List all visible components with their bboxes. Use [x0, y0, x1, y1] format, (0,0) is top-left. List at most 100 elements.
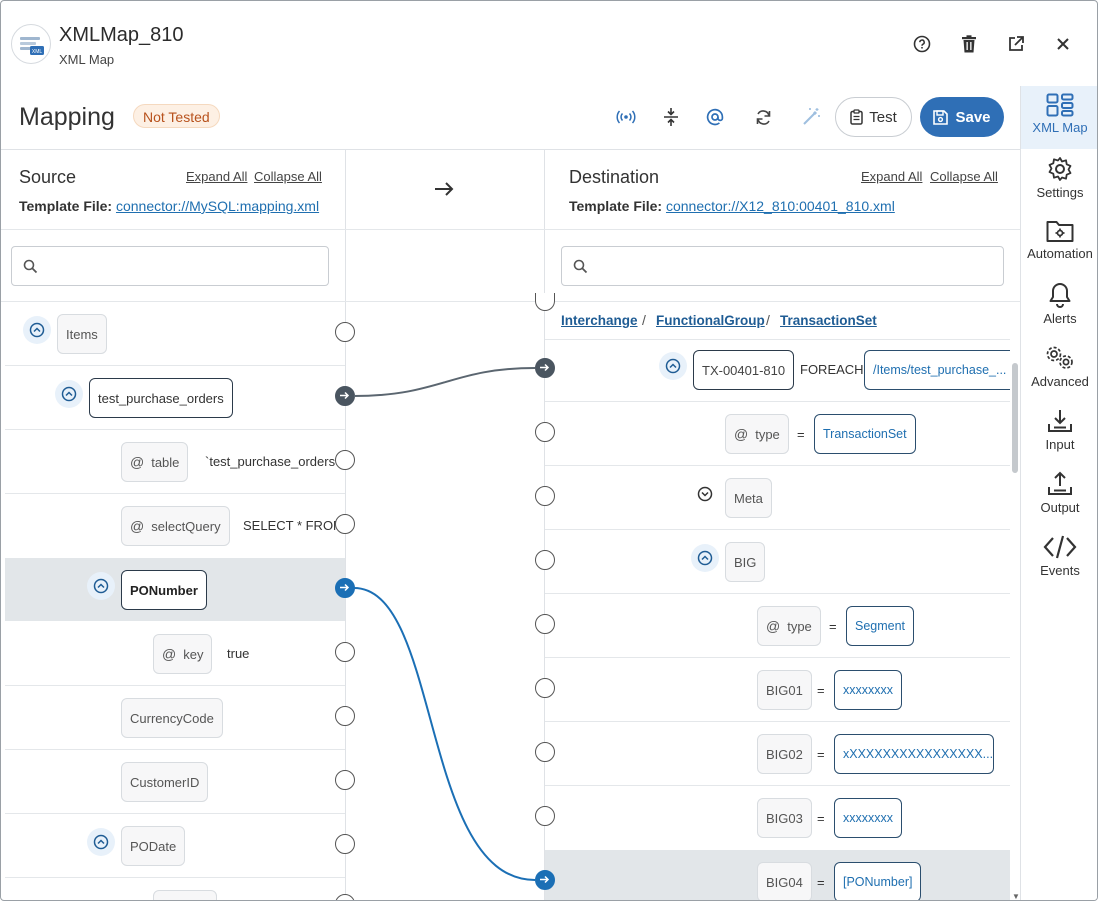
at-icon[interactable]: [703, 105, 727, 129]
destination-node-tx[interactable]: TX-00401-810: [693, 350, 795, 390]
rail-item-xml-map[interactable]: XML Map: [1021, 86, 1097, 149]
node-label: PODate: [130, 838, 177, 854]
collapse-toggle-icon[interactable]: [23, 316, 51, 344]
source-node-customer-id[interactable]: CustomerID: [121, 762, 209, 802]
collapse-toggle-icon[interactable]: [87, 828, 115, 856]
destination-collapse-all[interactable]: Collapse All: [930, 169, 998, 184]
destination-node-big[interactable]: BIG: [725, 542, 766, 582]
rail-item-automation[interactable]: Automation: [1021, 212, 1097, 275]
source-node-currency-code[interactable]: CurrencyCode: [121, 698, 223, 738]
destination-port[interactable]: [535, 742, 555, 762]
destination-scrollbar[interactable]: [1012, 363, 1018, 473]
source-node-test-purchase-orders[interactable]: test_purchase_orders: [89, 378, 233, 418]
source-template-link[interactable]: connector://MySQL:mapping.xml: [116, 198, 319, 214]
destination-attr-big-type[interactable]: @ type: [757, 606, 821, 646]
breadcrumb-functional-group[interactable]: FunctionalGroup: [656, 313, 765, 328]
rail-item-input[interactable]: Input: [1021, 401, 1097, 464]
rail-item-settings[interactable]: Settings: [1021, 149, 1097, 212]
destination-port[interactable]: [535, 486, 555, 506]
destination-port-mapped[interactable]: [535, 358, 555, 378]
node-label: TX-00401-810: [702, 362, 786, 378]
source-port[interactable]: [335, 834, 355, 854]
destination-big01-value[interactable]: xxxxxxxx: [834, 670, 902, 710]
output-tray-icon: [1048, 471, 1072, 495]
row-separator: [5, 493, 345, 494]
save-button[interactable]: Save: [920, 97, 1004, 137]
destination-port[interactable]: [535, 678, 555, 698]
destination-big04-value[interactable]: [PONumber]: [834, 862, 922, 900]
node-label: Items: [66, 326, 98, 342]
breadcrumb-interchange[interactable]: Interchange: [561, 313, 638, 328]
source-expand-all[interactable]: Expand All: [186, 169, 247, 184]
row-separator: [545, 593, 1010, 594]
source-collapse-all[interactable]: Collapse All: [254, 169, 322, 184]
breadcrumb-transaction-set[interactable]: TransactionSet: [780, 313, 877, 328]
destination-port[interactable]: [535, 550, 555, 570]
right-rail: XML Map Settings Automation Alerts Advan…: [1021, 86, 1097, 900]
scroll-down-icon[interactable]: ▼: [1012, 892, 1020, 900]
test-button[interactable]: Test: [835, 97, 912, 137]
destination-big03-value[interactable]: xxxxxxxx: [834, 798, 902, 838]
destination-node-big02[interactable]: BIG02: [757, 734, 812, 774]
source-port[interactable]: [335, 894, 355, 900]
rail-item-alerts[interactable]: Alerts: [1021, 275, 1097, 338]
destination-node-big03[interactable]: BIG03: [757, 798, 812, 838]
source-node-podate[interactable]: PODate: [121, 826, 186, 866]
collapse-vertical-icon[interactable]: [659, 105, 683, 129]
broadcast-icon[interactable]: [614, 105, 638, 129]
destination-port[interactable]: [535, 614, 555, 634]
refresh-icon[interactable]: [751, 105, 775, 129]
connection-ponumber-to-big04: [353, 587, 536, 881]
source-port[interactable]: [335, 322, 355, 342]
source-node-items[interactable]: Items: [57, 314, 107, 354]
source-port-mapped[interactable]: [335, 578, 355, 598]
source-attr-table[interactable]: @ table: [121, 442, 189, 482]
destination-attr-big-type-value[interactable]: Segment: [846, 606, 915, 646]
rail-item-output[interactable]: Output: [1021, 464, 1097, 527]
source-node-ponumber[interactable]: PONumber: [121, 570, 207, 610]
row-separator: [5, 749, 345, 750]
source-node-partial[interactable]: [153, 890, 217, 900]
node-label: PONumber: [130, 582, 198, 598]
source-port-mapped[interactable]: [335, 386, 355, 406]
collapse-toggle-icon[interactable]: [659, 352, 687, 380]
destination-port-partial[interactable]: [535, 293, 555, 311]
destination-port-mapped[interactable]: [535, 870, 555, 890]
destination-node-big01[interactable]: BIG01: [757, 670, 812, 710]
destination-template-link[interactable]: connector://X12_810:00401_810.xml: [666, 198, 895, 214]
collapse-toggle-icon[interactable]: [691, 544, 719, 572]
source-template-label: Template File:: [19, 198, 113, 214]
trash-icon[interactable]: [957, 32, 981, 56]
destination-search[interactable]: [561, 246, 1004, 286]
destination-attr-type-value[interactable]: TransactionSet: [814, 414, 916, 454]
destination-attr-type[interactable]: @ type: [725, 414, 789, 454]
collapse-toggle-icon[interactable]: [87, 572, 115, 600]
destination-expand-all[interactable]: Expand All: [861, 169, 922, 184]
source-port[interactable]: [335, 770, 355, 790]
destination-node-big04[interactable]: BIG04: [757, 862, 812, 900]
destination-port[interactable]: [535, 806, 555, 826]
destination-big02-value[interactable]: xXXXXXXXXXXXXXXXX...: [834, 734, 994, 774]
source-attr-key[interactable]: @ key: [153, 634, 213, 674]
source-attr-select-query[interactable]: @ selectQuery: [121, 506, 230, 546]
close-icon[interactable]: [1051, 32, 1075, 56]
expand-toggle-icon[interactable]: [691, 480, 719, 508]
open-external-icon[interactable]: [1004, 32, 1028, 56]
rail-item-events[interactable]: Events: [1021, 527, 1097, 590]
rail-item-advanced[interactable]: Advanced: [1021, 338, 1097, 401]
destination-search-input[interactable]: [596, 258, 940, 274]
source-port[interactable]: [335, 642, 355, 662]
magic-wand-icon[interactable]: [799, 105, 823, 129]
destination-port[interactable]: [535, 422, 555, 442]
source-search-input[interactable]: [46, 258, 290, 274]
collapse-toggle-icon[interactable]: [55, 380, 83, 408]
foreach-expression-field[interactable]: /Items/test_purchase_...: [864, 350, 1010, 390]
source-search[interactable]: [11, 246, 329, 286]
destination-node-meta[interactable]: Meta: [725, 478, 772, 518]
row-separator: [5, 877, 345, 878]
rail-item-label: XML Map: [1032, 120, 1088, 135]
source-port[interactable]: [335, 514, 355, 534]
source-port[interactable]: [335, 706, 355, 726]
source-port[interactable]: [335, 450, 355, 470]
help-icon[interactable]: [910, 32, 934, 56]
